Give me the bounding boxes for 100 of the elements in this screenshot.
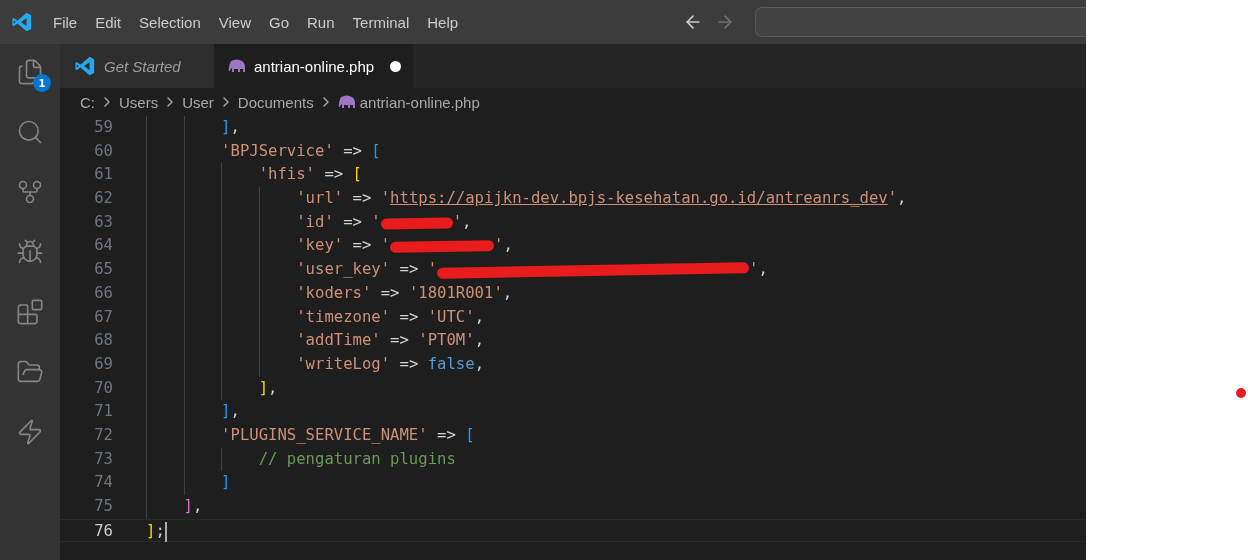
code-token: 'koders' (295, 282, 372, 304)
breadcrumb-item[interactable]: antrian-online.php (359, 93, 480, 111)
branch-icon[interactable] (16, 178, 44, 206)
bug-icon[interactable] (16, 238, 44, 266)
code-token: '1801R001' (408, 282, 503, 304)
menu-item[interactable]: File (44, 13, 87, 31)
code-token: => (398, 306, 420, 328)
code-token: => (342, 140, 363, 162)
line-number: 70 (93, 377, 114, 399)
code-token: , (502, 282, 513, 304)
breadcrumb-item[interactable]: Users (119, 93, 159, 111)
elephant-icon (228, 59, 246, 73)
code-token: // pengaturan plugins (257, 448, 456, 470)
code-token: ; (155, 520, 165, 542)
line-number: 60 (93, 140, 114, 162)
line-number: 76 (93, 520, 114, 542)
command-center-field[interactable] (755, 7, 1086, 37)
code-token: ' (380, 188, 391, 210)
code-token: , (474, 330, 484, 352)
code-bracket: ] (220, 117, 231, 138)
code-token: , (758, 259, 768, 281)
code-token: => (389, 330, 410, 352)
code-token: 'addTime' (295, 330, 381, 352)
elephant-icon (337, 95, 356, 109)
code-token: , (230, 401, 240, 423)
code-token: => (436, 424, 457, 446)
code-bracket: ] (220, 401, 231, 423)
code-token: 'timezone' (295, 306, 391, 328)
code-token: 'UTC' (427, 306, 475, 328)
line-number: 69 (93, 353, 114, 375)
notification-badge: 1 (33, 74, 51, 92)
code-token: => (323, 164, 345, 186)
code-token: ' (452, 211, 463, 233)
menu-item[interactable]: Selection (130, 13, 210, 31)
line-number: 74 (93, 472, 114, 494)
code-token: , (462, 211, 472, 233)
code-token: ' (371, 211, 381, 233)
code-token: 'PLUGINS_SERVICE_NAME' (220, 424, 428, 446)
code-token: false (427, 353, 475, 375)
line-number: 66 (93, 282, 114, 304)
text-cursor (164, 521, 167, 542)
code-token: ' (427, 259, 438, 281)
code-token: ' (380, 235, 391, 257)
lightning-icon[interactable] (16, 418, 44, 446)
line-number: 63 (93, 211, 114, 233)
stray-dot (1236, 388, 1246, 398)
editor-tab[interactable]: antrian-online.php (214, 44, 414, 88)
line-number: 62 (93, 188, 114, 210)
menu-item[interactable]: Run (298, 13, 344, 31)
code-token: => (379, 282, 401, 304)
breadcrumb-item[interactable]: Documents (237, 93, 314, 111)
line-number: 61 (93, 164, 114, 186)
code-token: 'key' (295, 235, 344, 257)
code-token: ' (887, 188, 898, 210)
breadcrumb-item[interactable]: User (182, 93, 214, 111)
line-number: 65 (93, 259, 114, 281)
code-token: 'user_key' (295, 259, 391, 281)
code-token: , (474, 306, 484, 328)
line-number: 64 (93, 235, 114, 257)
code-token: ' (749, 259, 759, 281)
code-token: => (351, 188, 373, 210)
files-icon[interactable] (16, 58, 44, 86)
code-bracket: ] (220, 472, 231, 494)
code-bracket: [ (465, 424, 475, 446)
code-token: , (503, 235, 513, 257)
code-token: => (398, 259, 420, 281)
code-bracket: ] (146, 520, 156, 542)
code-token: , (192, 496, 203, 517)
line-number: 75 (93, 496, 114, 517)
menu-item[interactable]: Help (418, 13, 468, 31)
code-token: , (230, 117, 240, 138)
code-link[interactable]: https://apijkn-dev.bpjs-kesehatan.go.id/antreanrs_dev (390, 187, 888, 211)
blocks-icon[interactable] (16, 298, 44, 326)
line-number: 73 (93, 448, 114, 470)
search-icon[interactable] (16, 118, 44, 146)
code-token: => (342, 211, 363, 233)
code-bracket: ] (257, 377, 269, 399)
editor-tab[interactable]: Get Started (60, 44, 214, 88)
code-token: ' (494, 235, 504, 257)
menu-item[interactable]: View (209, 13, 260, 31)
code-token: => (351, 235, 373, 257)
code-token: 'id' (295, 211, 334, 233)
code-token: 'BPJService' (220, 140, 334, 162)
line-number: 67 (93, 306, 114, 328)
line-number: 71 (93, 401, 114, 423)
code-token: 'url' (295, 188, 344, 210)
breadcrumb-item[interactable]: C: (80, 93, 95, 111)
menu-item[interactable]: Go (260, 13, 298, 31)
app-logo-icon (11, 11, 33, 33)
code-bracket: ] (182, 496, 193, 517)
code-bracket: [ (371, 140, 381, 162)
menu-item[interactable]: Terminal (343, 13, 419, 31)
menu-item[interactable]: Edit (86, 13, 131, 31)
code-token: => (398, 353, 420, 375)
line-number: 59 (93, 117, 114, 138)
code-token: , (474, 353, 484, 375)
line-number: 68 (93, 330, 114, 352)
line-number: 72 (93, 424, 114, 446)
code-token: , (268, 377, 278, 399)
code-token: 'PT0M' (418, 330, 475, 352)
